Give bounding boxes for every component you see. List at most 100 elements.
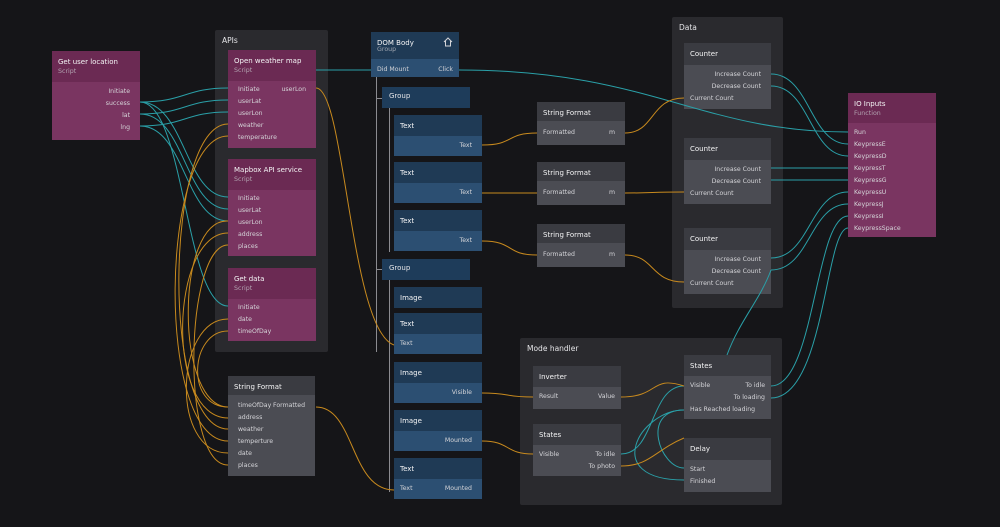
node-string-format-2[interactable]: String Format Formatted m — [537, 162, 625, 205]
port-keypress-e[interactable]: KeypressE — [854, 141, 886, 148]
port-text[interactable]: Text — [459, 142, 472, 149]
port-text[interactable]: Text — [459, 237, 472, 244]
port-mounted[interactable]: Mounted — [445, 437, 472, 444]
port-result[interactable]: Result — [539, 393, 558, 400]
node-image-2[interactable]: Image Visible — [394, 362, 482, 403]
node-text-3[interactable]: Text Text — [394, 210, 482, 251]
port-text[interactable]: Text — [400, 485, 413, 492]
port-weather[interactable]: weather — [238, 122, 263, 129]
port-initiate[interactable]: Initiate — [238, 304, 260, 311]
port-timeofday[interactable]: timeOfDay — [238, 328, 271, 335]
node-states-2[interactable]: States Visible To idle To loading Has Re… — [684, 355, 771, 419]
port-success[interactable]: success — [106, 100, 130, 107]
port-weather[interactable]: weather — [238, 426, 263, 433]
port-decrease-count[interactable]: Decrease Count — [712, 83, 761, 90]
port-click[interactable]: Click — [438, 66, 453, 73]
port-m[interactable]: m — [609, 251, 615, 258]
node-text-1[interactable]: Text Text — [394, 115, 482, 156]
port-userlon[interactable]: userLon — [238, 219, 263, 226]
node-group-2[interactable]: Group — [382, 259, 470, 280]
port-text[interactable]: Text — [400, 340, 413, 347]
node-string-format-main[interactable]: String Format timeOfDay address weather … — [228, 376, 315, 476]
port-mounted[interactable]: Mounted — [445, 485, 472, 492]
port-keypress-i[interactable]: KeypressI — [854, 213, 884, 220]
port-run[interactable]: Run — [854, 129, 866, 136]
port-address[interactable]: address — [238, 414, 262, 421]
node-get-user-location[interactable]: Get user location Script Initiate succes… — [52, 51, 140, 140]
port-userlat[interactable]: userLat — [238, 98, 261, 105]
node-string-format-3[interactable]: String Format Formatted m — [537, 224, 625, 267]
port-current-count[interactable]: Current Count — [690, 190, 734, 197]
port-initiate[interactable]: Initiate — [238, 195, 260, 202]
node-delay[interactable]: Delay Start Finished — [684, 438, 771, 492]
port-address[interactable]: address — [238, 231, 262, 238]
port-initiate[interactable]: Initiate — [108, 88, 130, 95]
port-visible[interactable]: Visible — [539, 451, 559, 458]
port-visible[interactable]: Visible — [452, 389, 472, 396]
node-counter-2[interactable]: Counter Increase Count Decrease Count Cu… — [684, 138, 771, 204]
port-increase-count[interactable]: Increase Count — [714, 256, 761, 263]
port-keypress-space[interactable]: KeypressSpace — [854, 225, 901, 232]
node-counter-3[interactable]: Counter Increase Count Decrease Count Cu… — [684, 228, 771, 294]
home-icon[interactable] — [443, 37, 453, 47]
port-userlon[interactable]: userLon — [238, 110, 263, 117]
port-places[interactable]: places — [238, 462, 258, 469]
node-title: Group — [389, 92, 411, 100]
port-current-count[interactable]: Current Count — [690, 280, 734, 287]
node-canvas[interactable]: APIs Data Mode handler Get user location… — [0, 0, 1000, 527]
node-get-data[interactable]: Get data Script Initiate date timeOfDay — [228, 268, 316, 341]
node-open-weather-map[interactable]: Open weather map Script Initiate userLat… — [228, 50, 316, 148]
port-formatted[interactable]: Formatted — [273, 402, 305, 409]
port-has-reached-loading[interactable]: Has Reached loading — [690, 406, 755, 413]
port-did-mount[interactable]: Did Mount — [377, 66, 409, 73]
port-start[interactable]: Start — [690, 466, 705, 473]
port-formatted[interactable]: Formatted — [543, 251, 575, 258]
node-text-5[interactable]: Text Text Mounted — [394, 458, 482, 499]
port-formatted[interactable]: Formatted — [543, 189, 575, 196]
port-date[interactable]: date — [238, 450, 252, 457]
port-formatted[interactable]: Formatted — [543, 129, 575, 136]
port-lat[interactable]: lat — [122, 112, 130, 119]
port-lng[interactable]: lng — [120, 124, 130, 131]
port-keypress-d[interactable]: KeypressD — [854, 153, 887, 160]
port-to-photo[interactable]: To photo — [589, 463, 615, 470]
node-counter-1[interactable]: Counter Increase Count Decrease Count Cu… — [684, 43, 771, 109]
port-temperture[interactable]: temperture — [238, 438, 273, 445]
port-decrease-count[interactable]: Decrease Count — [712, 178, 761, 185]
node-group-1[interactable]: Group — [382, 87, 470, 108]
port-output-userlon[interactable]: userLon — [281, 86, 306, 93]
port-date[interactable]: date — [238, 316, 252, 323]
node-io-inputs[interactable]: IO Inputs Function Run KeypressE Keypres… — [848, 93, 936, 237]
node-image-1[interactable]: Image — [394, 287, 482, 308]
port-finished[interactable]: Finished — [690, 478, 715, 485]
node-string-format-1[interactable]: String Format Formatted m — [537, 102, 625, 145]
port-current-count[interactable]: Current Count — [690, 95, 734, 102]
port-timeofday[interactable]: timeOfDay — [238, 402, 271, 409]
port-increase-count[interactable]: Increase Count — [714, 166, 761, 173]
port-to-idle[interactable]: To idle — [745, 382, 765, 389]
node-states-1[interactable]: States Visible To idle To photo — [533, 424, 621, 476]
node-text-4[interactable]: Text Text — [394, 313, 482, 354]
port-keypress-j[interactable]: KeypressJ — [854, 201, 884, 208]
port-m[interactable]: m — [609, 129, 615, 136]
port-userlat[interactable]: userLat — [238, 207, 261, 214]
node-dom-body[interactable]: DOM Body Group Did Mount Click — [371, 32, 459, 77]
port-places[interactable]: places — [238, 243, 258, 250]
port-text[interactable]: Text — [459, 189, 472, 196]
node-mapbox-api[interactable]: Mapbox API service Script Initiate userL… — [228, 159, 316, 256]
port-to-loading[interactable]: To loading — [734, 394, 765, 401]
port-keypress-t[interactable]: KeypressT — [854, 165, 886, 172]
port-visible[interactable]: Visible — [690, 382, 710, 389]
port-keypress-g[interactable]: KeypressG — [854, 177, 887, 184]
port-to-idle[interactable]: To idle — [595, 451, 615, 458]
port-increase-count[interactable]: Increase Count — [714, 71, 761, 78]
port-value[interactable]: Value — [598, 393, 615, 400]
port-initiate[interactable]: Initiate — [238, 86, 260, 93]
node-text-2[interactable]: Text Text — [394, 162, 482, 203]
port-temperature[interactable]: temperature — [238, 134, 277, 141]
port-m[interactable]: m — [609, 189, 615, 196]
node-inverter[interactable]: Inverter Result Value — [533, 366, 621, 409]
port-decrease-count[interactable]: Decrease Count — [712, 268, 761, 275]
port-keypress-u[interactable]: KeypressU — [854, 189, 886, 196]
node-image-3[interactable]: Image Mounted — [394, 410, 482, 451]
